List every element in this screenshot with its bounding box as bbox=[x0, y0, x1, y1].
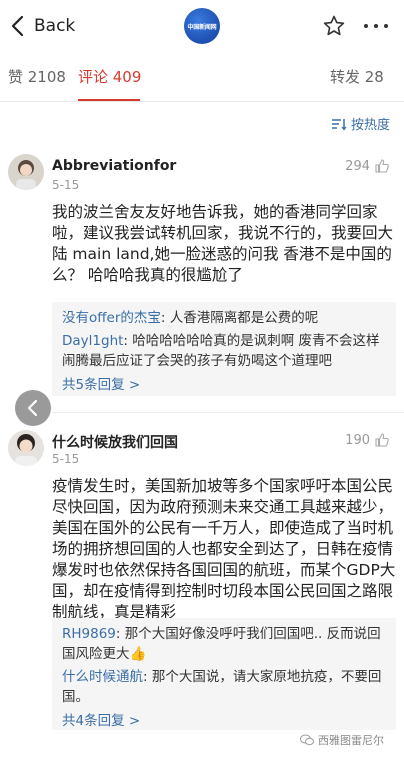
watermark: 西雅图雷尼尔 bbox=[300, 732, 384, 748]
reply-author[interactable]: RH9869 bbox=[62, 626, 116, 642]
reply-author[interactable]: 没有offer的杰宝 bbox=[62, 310, 161, 326]
back-label: Back bbox=[34, 16, 76, 36]
reply-item[interactable]: RH9869: 那个大国好像没呼吁我们回国吧.. 反而说回国风险更大👍 bbox=[62, 624, 386, 664]
more-options-icon[interactable] bbox=[364, 14, 388, 38]
watermark-text: 西雅图雷尼尔 bbox=[318, 734, 384, 747]
avatar[interactable] bbox=[8, 154, 44, 190]
replies-box: 没有offer的杰宝: 人香港隔离都是公费的呢 Dayl1ght: 哈哈哈哈哈哈… bbox=[52, 302, 396, 396]
comment-date: 5-15 bbox=[52, 452, 80, 466]
like-count: 294 bbox=[345, 158, 370, 174]
star-icon[interactable] bbox=[322, 14, 346, 38]
chevron-left-icon bbox=[27, 399, 38, 417]
like-count: 190 bbox=[345, 432, 370, 448]
comment-date: 5-15 bbox=[52, 178, 80, 192]
like-button[interactable]: 294 bbox=[345, 158, 390, 174]
tab-reposts[interactable]: 转发 28 bbox=[330, 66, 384, 87]
account-logo[interactable]: 中国新闻网 bbox=[184, 8, 220, 44]
reply-item[interactable]: 什么时候通航: 那个大国说，请大家原地抗疫，不要回国。 bbox=[62, 667, 386, 707]
chevron-left-icon bbox=[11, 15, 24, 37]
commenter-name[interactable]: Abbreviationfor bbox=[52, 158, 176, 174]
reply-author[interactable]: 什么时候通航 bbox=[62, 669, 143, 685]
top-bar: Back 中国新闻网 bbox=[0, 0, 404, 52]
comment-body: 我的波兰舍友友好地告诉我，她的香港同学回家啦，建议我尝试转机回家，我说不行的，我… bbox=[52, 203, 394, 284]
tab-comments[interactable]: 评论 409 bbox=[78, 66, 141, 87]
wechat-icon bbox=[300, 734, 314, 746]
reply-author[interactable]: Dayl1ght bbox=[62, 333, 123, 349]
commenter-name[interactable]: 什么时候放我们回国 bbox=[52, 432, 178, 452]
more-replies-link[interactable]: 共5条回复 > bbox=[62, 375, 386, 395]
reply-text: : 人香港隔离都是公费的呢 bbox=[160, 310, 319, 326]
reply-item[interactable]: Dayl1ght: 哈哈哈哈哈哈真的是讽刺啊 废青不会这样闹腾最后应证了会哭的孩… bbox=[62, 331, 386, 371]
back-button[interactable]: Back bbox=[10, 12, 75, 40]
floating-back-button[interactable] bbox=[15, 390, 51, 426]
tab-likes[interactable]: 赞 2108 bbox=[8, 66, 66, 87]
avatar[interactable] bbox=[8, 430, 44, 466]
active-tab-indicator bbox=[78, 99, 140, 101]
sort-label: 按热度 bbox=[350, 118, 390, 133]
logo-text: 中国新闻网 bbox=[187, 23, 217, 31]
sort-icon bbox=[331, 118, 347, 131]
sort-bar: 按热度 bbox=[0, 102, 404, 142]
thumbs-up-icon bbox=[375, 159, 389, 173]
tab-bar: 赞 2108 评论 409 转发 28 bbox=[0, 52, 404, 102]
thumbs-up-icon bbox=[375, 433, 389, 447]
divider bbox=[52, 412, 404, 413]
more-replies-link[interactable]: 共4条回复 > bbox=[62, 711, 386, 731]
comment-body: 疫情发生时，美国新加坡等多个国家呼吁本国公民尽快回国，因为政府预测未来交通工具越… bbox=[52, 477, 396, 621]
replies-box: RH9869: 那个大国好像没呼吁我们回国吧.. 反而说回国风险更大👍 什么时候… bbox=[52, 618, 396, 730]
reply-item[interactable]: 没有offer的杰宝: 人香港隔离都是公费的呢 bbox=[62, 308, 386, 328]
sort-button[interactable]: 按热度 bbox=[331, 114, 390, 133]
like-button[interactable]: 190 bbox=[345, 432, 390, 448]
